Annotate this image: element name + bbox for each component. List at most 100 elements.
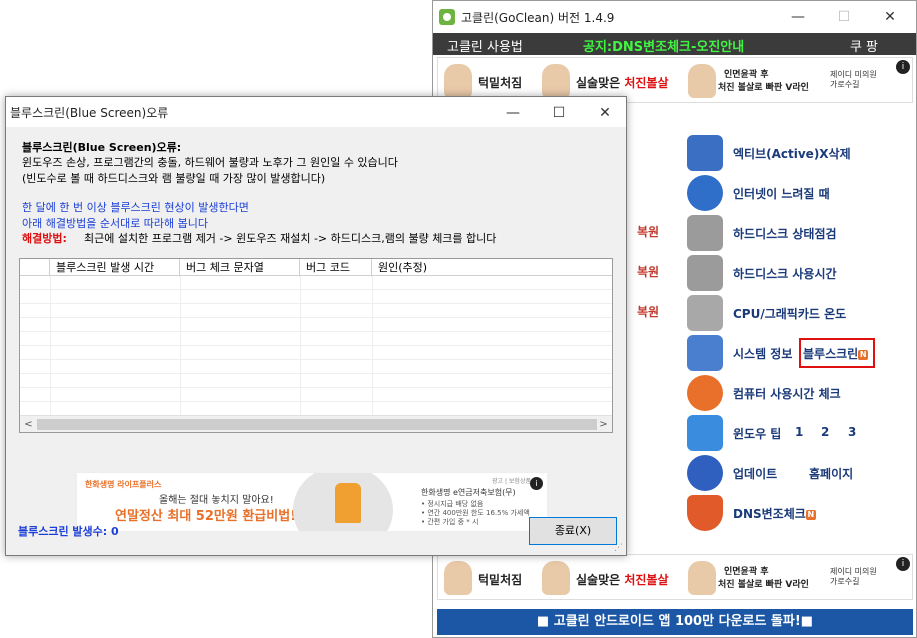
ad-person-image (335, 483, 361, 523)
windows-tip-icon (687, 415, 723, 451)
table-row (20, 360, 612, 374)
restore-link-1[interactable]: 복원 (637, 223, 659, 240)
ad-text-2: 실술맞은 처진볼살 (576, 76, 669, 90)
ad-face-image (444, 561, 472, 595)
main-title-bar: 고클린(GoClean) 버전 1.4.9 — ☐ ✕ (433, 1, 916, 33)
ad-text-1: 턱밑처짐 (478, 76, 523, 90)
tip-link-1[interactable]: 1 (795, 425, 803, 439)
restore-link-3[interactable]: 복원 (637, 303, 659, 320)
close-button[interactable]: ✕ (582, 97, 628, 129)
bluescreen-title-bar: 블루스크린(Blue Screen)오류 — ☐ ✕ (6, 97, 626, 127)
disk-time-icon (687, 255, 723, 291)
ad-clinic-logo: 제이디 미의원 가로수길 (830, 70, 877, 89)
coupang-link[interactable]: 쿠 팡 (850, 36, 878, 55)
ad-text-3a: 인면윤곽 후 (724, 70, 769, 80)
menu-label: 엑티브(Active)X삭제 (733, 147, 851, 161)
menu-label: 컴퓨터 사용시간 체크 (733, 387, 841, 401)
ad-clinic-logo: 제이디 미의원 가로수길 (830, 567, 877, 586)
scroll-thumb[interactable] (37, 419, 597, 430)
bluescreen-desc-1: 윈도우즈 손상, 프로그램간의 충돌, 하드웨어 불량과 노후가 그 원인일 수… (22, 156, 398, 169)
android-app-banner[interactable]: ■ 고클린 안드로이드 앱 100만 다운로드 돌파!■ (437, 609, 913, 635)
menu-label: 인터넷이 느려질 때 (733, 187, 830, 201)
maximize-button[interactable]: ☐ (536, 97, 582, 129)
menu-label: 하드디스크 사용시간 (733, 267, 837, 281)
table-row (20, 318, 612, 332)
ad-face-image (542, 561, 570, 595)
ad-disclaimer: 광고 | 보험상품 (492, 478, 531, 485)
table-row (20, 332, 612, 346)
main-window-title: 고클린(GoClean) 버전 1.4.9 (461, 11, 615, 25)
column-header-time[interactable]: 블루스크린 발생 시간 (50, 259, 180, 276)
bluescreen-dialog-title: 블루스크린(Blue Screen)오류 (10, 106, 169, 120)
ad-face-image (444, 64, 472, 98)
bluescreen-heading: 블루스크린(Blue Screen)오류: (22, 141, 182, 154)
bluescreen-count: 블루스크린 발생수: 0 (18, 525, 119, 538)
bluescreen-advice-1: 한 달에 한 번 이상 블루스크린 현상이 발생한다면 (22, 201, 249, 214)
ad-face-image (688, 561, 716, 595)
ad-text-3a: 인면윤곽 후 (724, 567, 769, 577)
activex-icon (687, 135, 723, 171)
bluescreen-list[interactable]: 블루스크린 발생 시간 버그 체크 문자열 버그 코드 원인(추정) < > (19, 258, 613, 433)
scroll-left-icon[interactable]: < (20, 416, 37, 432)
minimize-button[interactable]: — (775, 1, 821, 33)
column-header-bugcheck-string[interactable]: 버그 체크 문자열 (180, 259, 300, 276)
internet-slow-icon (687, 175, 723, 211)
minimize-button[interactable]: — (490, 97, 536, 129)
ad-banner-bottom[interactable]: 턱밑처짐 실술맞은 처진볼살 인면윤곽 후 처진 볼살로 빠판 V라인 제이디 … (437, 554, 913, 600)
ad-info-icon[interactable]: i (896, 60, 910, 74)
menu-label: 시스템 정보 (733, 347, 793, 361)
ad-line-2: 연말정산 최대 52만원 환급비법! (115, 509, 297, 524)
exit-button[interactable]: 종료(X) (529, 517, 617, 545)
solution-label: 해결방법: (22, 232, 67, 245)
notice-bar: 고클린 사용법 공지:DNS변조체크-오진안내 쿠 팡 (433, 33, 916, 55)
menu-label: DNS변조체크 N (733, 507, 816, 521)
bluescreen-body: 블루스크린(Blue Screen)오류: 윈도우즈 손상, 프로그램간의 충돌… (6, 127, 626, 557)
disk-check-icon (687, 215, 723, 251)
table-row (20, 290, 612, 304)
maximize-button: ☐ (837, 9, 851, 25)
homepage-link[interactable]: 홈페이지 (809, 465, 853, 482)
table-row (20, 304, 612, 318)
bluescreen-advice-2: 아래 해결방법을 순서대로 따라해 봅니다 (22, 217, 209, 230)
notice-link[interactable]: 공지:DNS변조체크-오진안내 (583, 36, 744, 55)
new-badge-icon: N (805, 509, 816, 520)
horizontal-scrollbar[interactable]: < > (20, 415, 612, 432)
ad-detail-3: • 간편 가입 중 * 시 (421, 518, 479, 526)
column-header-index[interactable] (20, 259, 50, 276)
thermometer-icon (687, 295, 723, 331)
column-header-cause[interactable]: 원인(추정) (372, 259, 612, 276)
menu-label: 업데이트 (733, 467, 778, 481)
menu-label: CPU/그래픽카드 온도 (733, 307, 847, 321)
table-row (20, 374, 612, 388)
tip-link-3[interactable]: 3 (848, 425, 856, 439)
ad-text-2: 실술맞은 처진볼살 (576, 573, 669, 587)
ad-face-image (542, 64, 570, 98)
close-button[interactable]: ✕ (867, 1, 913, 33)
ad-text-1: 턱밑처짐 (478, 573, 523, 587)
ad-product-name: 한화생명 e연금저축보험(무) (421, 488, 516, 497)
tip-link-2[interactable]: 2 (821, 425, 829, 439)
bluescreen-list-header: 블루스크린 발생 시간 버그 체크 문자열 버그 코드 원인(추정) (20, 259, 612, 276)
bluescreen-highlight (799, 338, 875, 368)
ad-brand-logo: 한화생명 라이프플러스 (85, 480, 162, 489)
scroll-right-icon[interactable]: > (595, 416, 612, 432)
bluescreen-dialog: 블루스크린(Blue Screen)오류 — ☐ ✕ 블루스크린(Blue Sc… (5, 96, 627, 556)
ad-text-3b: 처진 볼살로 빠판 V라인 (718, 83, 809, 93)
clock-icon (687, 375, 723, 411)
menu-label: 윈도우 팁 (733, 427, 782, 441)
ad-face-image (688, 64, 716, 98)
shield-icon (687, 495, 723, 531)
update-icon (687, 455, 723, 491)
usage-link[interactable]: 고클린 사용법 (447, 36, 523, 55)
ad-info-icon[interactable]: i (896, 557, 910, 571)
table-row (20, 346, 612, 360)
goclean-app-icon (439, 9, 455, 25)
column-header-bug-code[interactable]: 버그 코드 (300, 259, 372, 276)
table-row (20, 402, 612, 416)
solution-text: 최근에 설치한 프로그램 제거 -> 윈도우즈 재설치 -> 하드디스크,램의 … (84, 232, 497, 245)
computer-icon (687, 335, 723, 371)
insurance-ad-banner[interactable]: 한화생명 라이프플러스 올해는 절대 놓치지 말아요! 연말정산 최대 52만원… (76, 472, 548, 532)
ad-info-icon[interactable]: i (530, 477, 543, 490)
restore-link-2[interactable]: 복원 (637, 263, 659, 280)
resize-grip-icon[interactable]: ⋰ (614, 543, 624, 553)
